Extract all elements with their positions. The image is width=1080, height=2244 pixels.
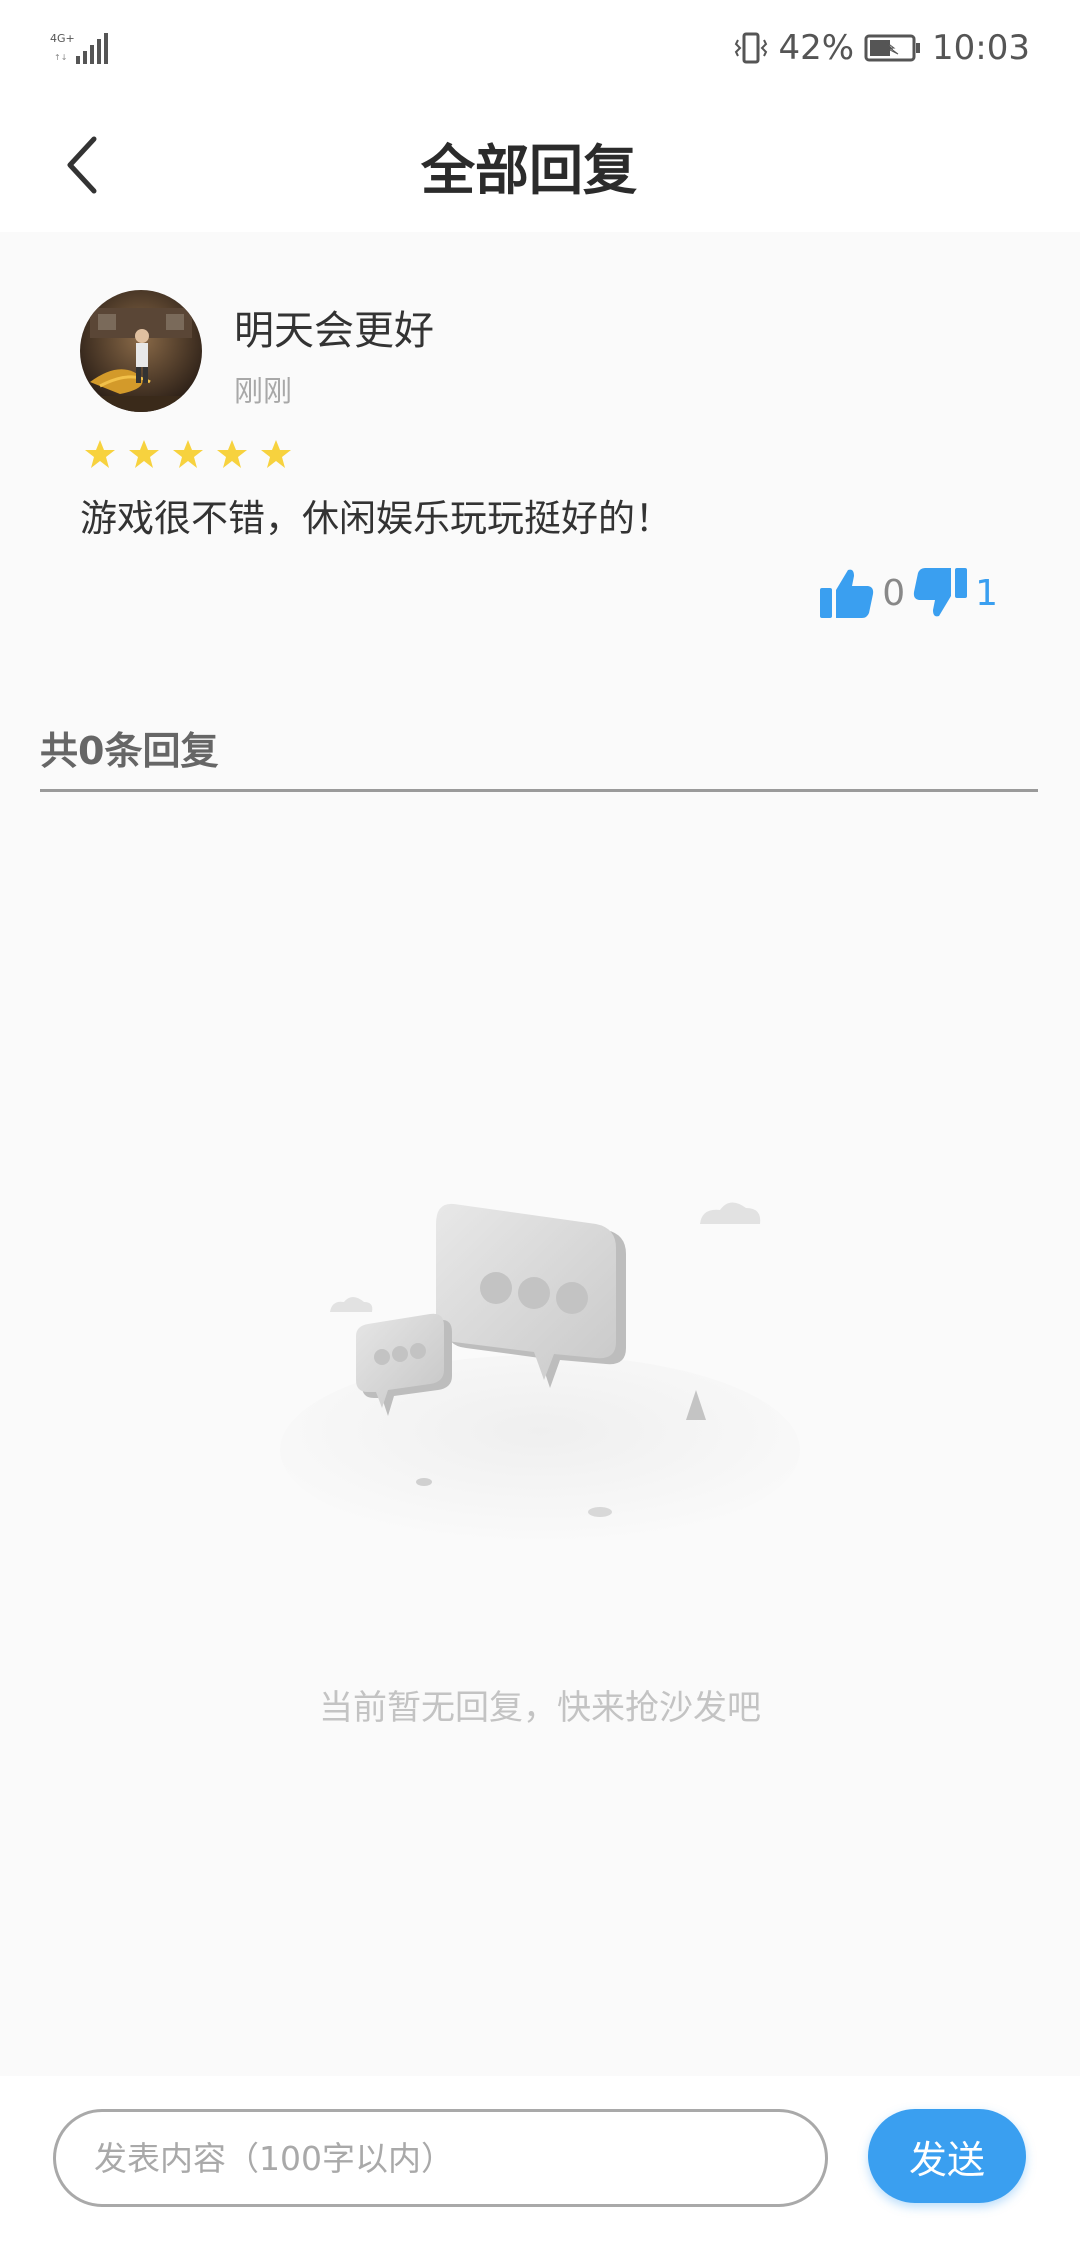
chevron-left-icon — [67, 136, 97, 194]
bottom-input-bar: 发送 — [0, 2076, 1080, 2244]
username[interactable]: 明天会更好 — [234, 298, 434, 356]
dislike-count: 1 — [975, 572, 998, 614]
dislike-button[interactable]: 1 — [911, 566, 998, 620]
thumbs-up-icon — [820, 569, 874, 618]
star-icon — [85, 440, 115, 468]
comment-card: 明天会更好 刚刚 游戏很不错，休闲娱乐玩玩挺好的！ 0 1 — [0, 232, 1080, 652]
back-button[interactable] — [40, 123, 124, 207]
like-count: 0 — [882, 572, 906, 614]
page: 4G+ ↑↓ 42% 10:03 全部回复 明天会更好 刚刚 游戏很不错，休闲娱… — [0, 0, 1080, 2244]
empty-chat-illustration — [280, 1202, 800, 1540]
header-bar: 全部回复 — [0, 98, 1080, 232]
like-button[interactable]: 0 — [818, 566, 911, 620]
comment-time: 刚刚 — [234, 374, 293, 408]
star-icon — [217, 440, 247, 468]
battery-icon — [864, 33, 922, 63]
signal-icon: 4G+ ↑↓ — [50, 32, 108, 64]
vote-bar: 0 1 — [818, 566, 998, 620]
empty-state-text: 当前暂无回复，快来抢沙发吧 — [319, 1688, 761, 1728]
star-icon — [173, 440, 203, 468]
network-label: 4G+ — [50, 32, 75, 45]
status-right: 42% 10:03 — [734, 26, 1030, 70]
battery-percent: 42% — [778, 28, 855, 68]
avatar[interactable] — [80, 290, 202, 412]
thumbs-down-icon — [913, 568, 968, 617]
svg-text:↑↓: ↑↓ — [54, 53, 67, 62]
reply-count-header: 共0条回复 — [40, 720, 1038, 792]
reply-input[interactable] — [53, 2109, 828, 2207]
page-title: 全部回复 — [421, 138, 637, 202]
rating-stars — [84, 438, 292, 470]
clock: 10:03 — [932, 28, 1030, 68]
status-bar: 4G+ ↑↓ 42% 10:03 — [0, 0, 1080, 98]
comment-text: 游戏很不错，休闲娱乐玩玩挺好的！ — [80, 497, 672, 540]
vibrate-icon — [735, 32, 768, 64]
send-button[interactable]: 发送 — [868, 2109, 1026, 2203]
star-icon — [129, 440, 159, 468]
star-icon — [261, 440, 291, 468]
